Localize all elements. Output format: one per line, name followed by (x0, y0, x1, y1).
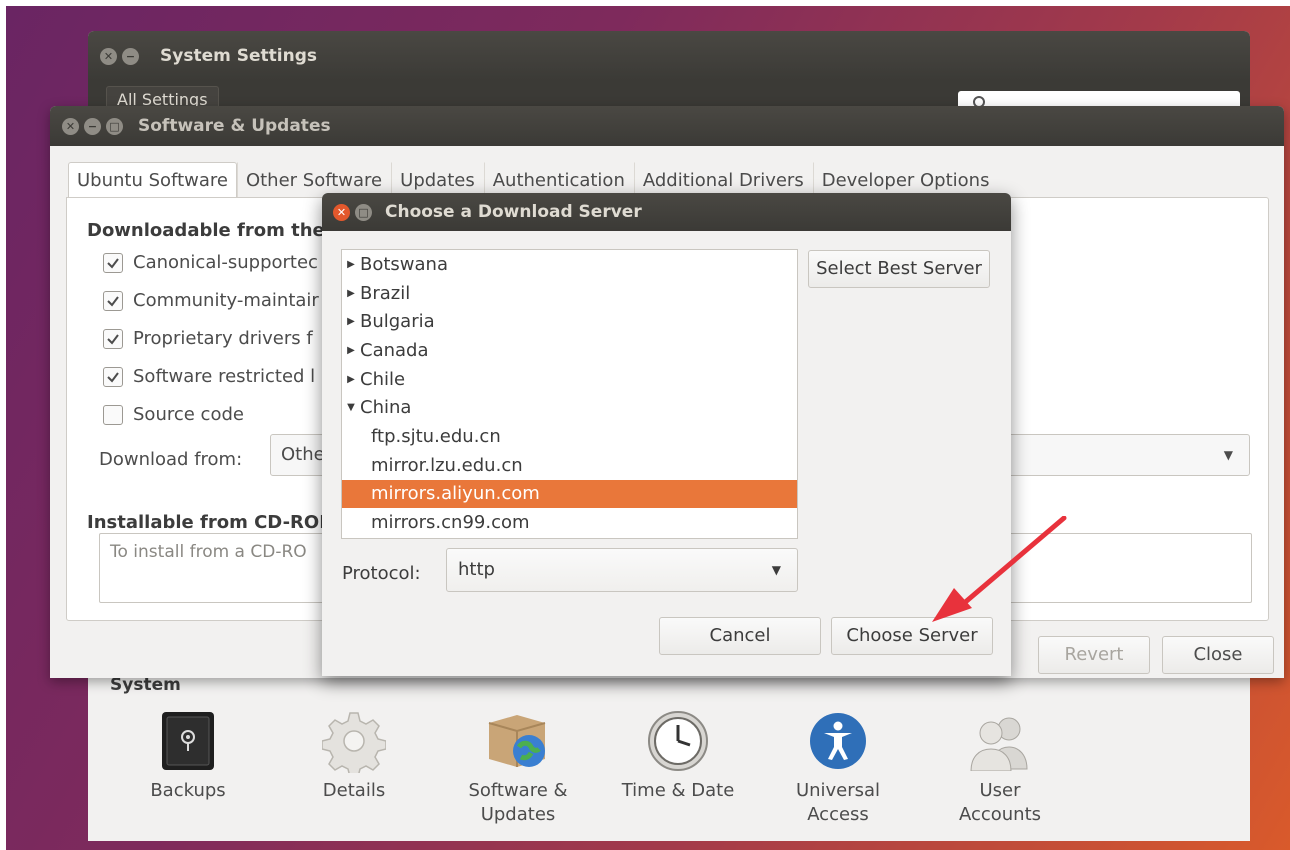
select-best-server-button[interactable]: Select Best Server (808, 250, 990, 288)
installable-heading: Installable from CD-ROM (87, 512, 338, 533)
gear-icon (284, 703, 424, 779)
tree-row-mirror-selected[interactable]: mirrors.aliyun.com (342, 479, 797, 509)
tree-row-label: Bulgaria (360, 311, 435, 333)
minimize-window-icon[interactable]: − (84, 117, 101, 135)
checkbox-label: Source code (133, 404, 244, 425)
download-from-label: Download from: (99, 449, 243, 470)
choose-server-dialog: ✕ □ Choose a Download Server ▶ Botswana … (322, 193, 1011, 676)
maximize-window-icon[interactable]: □ (355, 203, 372, 221)
user-accounts-item[interactable]: User Accounts (930, 703, 1070, 827)
tree-row-chile[interactable]: ▶ Chile (342, 365, 797, 394)
dropdown-arrow-icon: ▼ (1223, 448, 1233, 462)
tree-row-mirror[interactable]: mirrors.cn99.com (342, 508, 797, 537)
user-accounts-label: User Accounts (958, 780, 1042, 825)
system-icons-row: Backups Details Software & Updates Time … (118, 703, 1118, 843)
tree-row-china[interactable]: ▼ China (342, 393, 797, 422)
checkbox-unchecked-icon[interactable] (103, 404, 123, 425)
cancel-button[interactable]: Cancel (659, 617, 821, 655)
checkbox-proprietary[interactable]: Proprietary drivers f (103, 328, 313, 349)
tree-row-label: Botswana (360, 253, 448, 275)
expander-collapsed-icon[interactable]: ▶ (344, 288, 358, 299)
tree-row-label: China (360, 397, 412, 419)
downloadable-heading: Downloadable from the (87, 220, 325, 241)
close-window-icon[interactable]: ✕ (100, 47, 117, 65)
tree-row-label: Chile (360, 368, 406, 390)
window-title: System Settings (160, 46, 317, 66)
minimize-window-icon[interactable]: − (122, 47, 139, 65)
expander-collapsed-icon[interactable]: ▶ (344, 345, 358, 356)
tree-row-botswana[interactable]: ▶ Botswana (342, 250, 797, 279)
checkbox-checked-icon[interactable] (103, 252, 123, 273)
protocol-label: Protocol: (342, 563, 421, 584)
close-window-icon[interactable]: ✕ (62, 117, 79, 135)
maximize-window-icon[interactable]: □ (106, 117, 123, 135)
software-updates-titlebar: ✕ − □ Software & Updates (50, 106, 1284, 146)
section-title-system: System (110, 675, 181, 695)
checkbox-community[interactable]: Community-maintair (103, 290, 319, 311)
checkbox-label: Canonical-supportec (133, 252, 318, 273)
time-date-label: Time & Date (621, 780, 735, 801)
backups-item[interactable]: Backups (118, 703, 258, 803)
close-button[interactable]: Close (1162, 636, 1274, 674)
time-date-item[interactable]: Time & Date (608, 703, 748, 803)
protocol-value: http (458, 559, 495, 580)
protocol-select[interactable]: http ▼ (446, 548, 798, 592)
expander-collapsed-icon[interactable]: ▶ (344, 374, 358, 385)
checkbox-label: Software restricted l (133, 366, 316, 387)
tree-row-label: Brazil (360, 282, 411, 304)
system-settings-titlebar: ✕ − System Settings (88, 31, 1250, 81)
tree-row-canada[interactable]: ▶ Canada (342, 336, 797, 365)
expander-collapsed-icon[interactable]: ▶ (344, 259, 358, 270)
checkbox-canonical[interactable]: Canonical-supportec (103, 252, 318, 273)
choose-server-button[interactable]: Choose Server (831, 617, 993, 655)
software-updates-item[interactable]: Software & Updates (448, 703, 588, 827)
dialog-title: Choose a Download Server (385, 202, 642, 222)
tree-row-brazil[interactable]: ▶ Brazil (342, 279, 797, 308)
expander-collapsed-icon[interactable]: ▶ (344, 316, 358, 327)
cdrom-text: To install from a CD-RO (110, 542, 307, 562)
dialog-titlebar: ✕ □ Choose a Download Server (322, 193, 1011, 231)
download-from-value: Othe (281, 444, 325, 465)
clock-icon (608, 703, 748, 779)
tree-row-label: Canada (360, 339, 429, 361)
accessibility-icon (768, 703, 908, 779)
checkbox-checked-icon[interactable] (103, 328, 123, 349)
tree-row-mirror[interactable]: mirror.lzu.edu.cn (342, 451, 797, 480)
tree-row-bulgaria[interactable]: ▶ Bulgaria (342, 307, 797, 336)
backups-label: Backups (150, 780, 226, 801)
universal-access-item[interactable]: Universal Access (768, 703, 908, 827)
checkbox-label: Proprietary drivers f (133, 328, 313, 349)
desktop-background: ✕ − System Settings All Settings System (6, 6, 1290, 850)
users-icon (930, 703, 1070, 779)
server-tree-list[interactable]: ▶ Botswana ▶ Brazil ▶ Bulgaria ▶ Canada … (341, 249, 798, 539)
checkbox-source-code[interactable]: Source code (103, 404, 244, 425)
details-item[interactable]: Details (284, 703, 424, 803)
universal-access-label: Universal Access (795, 780, 881, 825)
software-box-globe-icon (448, 703, 588, 779)
software-updates-label: Software & Updates (468, 780, 568, 825)
expander-expanded-icon[interactable]: ▼ (344, 402, 358, 413)
checkbox-checked-icon[interactable] (103, 366, 123, 387)
details-label: Details (322, 780, 386, 801)
safe-icon (118, 703, 258, 779)
checkbox-label: Community-maintair (133, 290, 319, 311)
dropdown-arrow-icon: ▼ (771, 563, 781, 577)
close-dialog-icon[interactable]: ✕ (333, 203, 350, 221)
revert-button[interactable]: Revert (1038, 636, 1150, 674)
tab-ubuntu-software[interactable]: Ubuntu Software (68, 162, 237, 198)
window-title: Software & Updates (138, 116, 331, 136)
tree-row-mirror[interactable]: ftp.sjtu.edu.cn (342, 422, 797, 451)
checkbox-restricted[interactable]: Software restricted l (103, 366, 315, 387)
checkbox-checked-icon[interactable] (103, 290, 123, 311)
